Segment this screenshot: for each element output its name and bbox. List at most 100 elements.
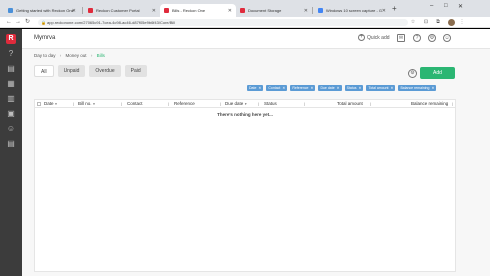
bank-icon[interactable]: ▥ — [6, 94, 16, 104]
column-chips: Date ✕ Contact ✕ Reference ✕ Due date ✕ Stat… — [247, 85, 439, 91]
select-all-checkbox[interactable] — [37, 102, 41, 106]
dashboard-icon[interactable]: ▤ — [6, 64, 16, 74]
close-icon[interactable]: ✕ — [337, 85, 340, 91]
extension-icon[interactable]: ⊡ — [423, 19, 429, 25]
close-icon[interactable]: ✕ — [382, 8, 386, 14]
column-chip[interactable]: Status ✕ — [344, 85, 364, 91]
breadcrumb-separator: › — [59, 53, 62, 58]
document-icon[interactable]: ▣ — [6, 109, 16, 119]
column-divider[interactable]: | — [258, 101, 259, 106]
favicon-icon — [164, 8, 169, 13]
column-chip[interactable]: Due date ✕ — [318, 85, 342, 91]
column-header-date[interactable]: Date▼ — [44, 101, 58, 107]
column-label: Balance remaining — [411, 101, 449, 106]
column-divider[interactable]: | — [121, 101, 122, 106]
close-icon[interactable]: ✕ — [391, 85, 394, 91]
browser-profile-avatar[interactable] — [448, 19, 455, 26]
close-icon[interactable]: ✕ — [152, 8, 156, 14]
close-icon[interactable]: ✕ — [258, 85, 261, 91]
column-label: Date — [44, 101, 54, 106]
forward-button[interactable]: → — [15, 18, 21, 27]
filter-unpaid-button[interactable]: Unpaid — [57, 65, 86, 77]
breadcrumb-item[interactable]: Money out — [66, 53, 87, 58]
column-divider[interactable]: | — [168, 101, 169, 106]
new-tab-button[interactable]: + — [392, 5, 397, 13]
minimize-button[interactable]: – — [430, 3, 433, 9]
url-input[interactable]: 🔒 app.reckonone.com/27065c91-7cea-4c98-a… — [38, 19, 408, 26]
column-divider[interactable]: | — [220, 101, 221, 106]
column-header-contact[interactable]: Contact — [127, 101, 143, 107]
browser-menu-icon[interactable]: ⋮ — [459, 19, 465, 25]
tab-label: Bills - Reckon One — [172, 8, 206, 13]
column-divider[interactable]: | — [73, 101, 74, 106]
profile-icon[interactable]: ☺ — [443, 34, 451, 42]
column-chip[interactable]: Balance remaining ✕ — [398, 85, 437, 91]
column-chip[interactable]: Contact ✕ — [266, 85, 288, 91]
contacts-icon[interactable]: ☺ — [6, 124, 16, 134]
reckon-logo[interactable]: R — [6, 34, 16, 44]
filter-all-button[interactable]: All — [34, 65, 54, 77]
column-divider[interactable]: | — [452, 101, 453, 106]
tab-search-icon[interactable]: ⧉ — [435, 19, 441, 25]
column-chip[interactable]: Reference ✕ — [290, 85, 316, 91]
browser-tab[interactable]: Reckon Customer Portal ✕ — [84, 4, 160, 17]
close-icon[interactable]: ✕ — [228, 8, 232, 14]
column-divider[interactable]: | — [370, 101, 371, 106]
close-icon[interactable]: ✕ — [431, 85, 434, 91]
column-divider[interactable]: | — [304, 101, 305, 106]
browser-tab-active[interactable]: Bills - Reckon One ✕ — [160, 4, 236, 17]
company-name[interactable]: Mymrva — [34, 35, 55, 41]
filter-overdue-button[interactable]: Overdue — [89, 65, 121, 77]
favicon-icon — [240, 8, 245, 13]
screen: Getting started with Reckon One ✕ Reckon… — [0, 0, 490, 276]
column-header-due-date[interactable]: Due date▼ — [225, 101, 247, 107]
close-icon[interactable]: ✕ — [311, 85, 314, 91]
close-icon[interactable]: ✕ — [359, 85, 362, 91]
chip-label: Contact — [268, 86, 281, 90]
browser-tab[interactable]: Windows 10 screen capture - G ✕ — [314, 4, 390, 17]
filter-paid-button[interactable]: Paid — [124, 65, 147, 77]
chip-label: Date — [249, 86, 257, 90]
column-header-reference[interactable]: Reference — [174, 101, 195, 107]
calendar-icon[interactable]: ▦ — [6, 79, 16, 89]
sort-arrow-icon: ▼ — [244, 102, 248, 106]
browser-tab[interactable]: Getting started with Reckon One ✕ — [4, 4, 80, 17]
column-chip[interactable]: Total amount ✕ — [366, 85, 396, 91]
column-chip[interactable]: Date ✕ — [247, 85, 264, 91]
reload-button[interactable]: ↻ — [25, 18, 30, 27]
column-label: Due date — [225, 101, 244, 106]
close-icon[interactable]: ✕ — [282, 85, 285, 91]
reports-icon[interactable]: ▤ — [6, 139, 16, 149]
column-label: Reference — [174, 101, 195, 106]
url-text: app.reckonone.com/27065c91-7cea-4c98-ac4… — [47, 20, 176, 25]
column-label: Contact — [127, 101, 143, 106]
column-header-status[interactable]: Status — [264, 101, 277, 107]
help-icon[interactable]: ? — [413, 34, 421, 42]
tab-divider — [82, 7, 83, 14]
plus-circle-icon: + — [358, 34, 365, 41]
tab-label: Windows 10 screen capture - G — [326, 8, 383, 13]
bookmark-star-icon[interactable]: ☆ — [410, 19, 416, 25]
close-window-button[interactable]: ✕ — [458, 3, 463, 10]
add-bill-button[interactable]: Add — [420, 67, 455, 79]
chip-label: Balance remaining — [400, 86, 430, 90]
help-nav-icon[interactable]: ? — [6, 49, 16, 59]
settings-icon[interactable]: ⚙ — [428, 34, 436, 42]
breadcrumb-item[interactable]: Day to day — [34, 53, 56, 58]
favicon-icon — [8, 8, 13, 13]
close-icon[interactable]: ✕ — [72, 8, 76, 14]
maximize-button[interactable]: □ — [444, 3, 448, 9]
close-icon[interactable]: ✕ — [304, 8, 308, 14]
column-header-balance-remaining[interactable]: Balance remaining — [411, 101, 448, 107]
back-button[interactable]: ← — [6, 18, 12, 27]
app-body: R ? ▤ ▦ ▥ ▣ ☺ ▤ Mymrva + Quick add ✉ ? ⚙… — [0, 29, 490, 276]
tab-label: Document Storage — [248, 8, 282, 13]
column-header-bill-no[interactable]: Bill no.▼ — [78, 101, 96, 107]
lock-icon: 🔒 — [41, 20, 46, 25]
column-header-total-amount[interactable]: Total amount — [337, 101, 363, 107]
app-header: Mymrva + Quick add ✉ ? ⚙ ☺ — [22, 29, 490, 49]
mail-icon[interactable]: ✉ — [397, 34, 405, 42]
browser-tab[interactable]: Document Storage ✕ — [236, 4, 312, 17]
quick-add-button[interactable]: + Quick add — [358, 34, 390, 41]
column-settings-icon[interactable]: ⚙ — [408, 69, 417, 78]
